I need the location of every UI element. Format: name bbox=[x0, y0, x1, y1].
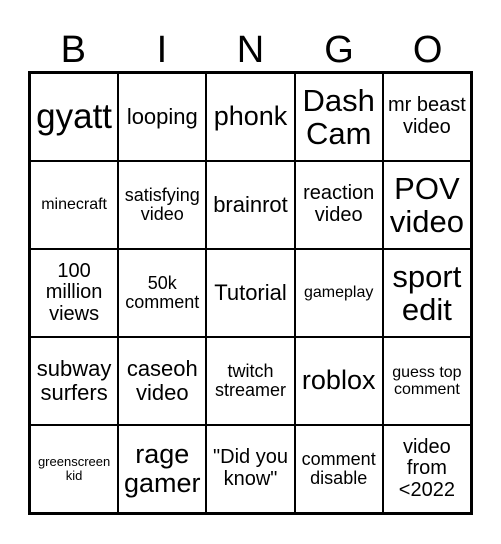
bingo-cell[interactable]: POV video bbox=[382, 161, 471, 249]
header-letter-o: O bbox=[412, 29, 443, 71]
bingo-cell[interactable]: phonk bbox=[206, 73, 295, 161]
bingo-cell[interactable]: brainrot bbox=[206, 161, 295, 249]
bingo-header: B I N G O bbox=[29, 28, 472, 72]
bingo-cell[interactable]: 50k comment bbox=[118, 249, 207, 337]
bingo-cell[interactable]: roblox bbox=[294, 337, 383, 425]
bingo-cell[interactable]: mr beast video bbox=[382, 73, 471, 161]
bingo-cell[interactable]: gyatt bbox=[30, 73, 119, 161]
bingo-cell[interactable]: caseoh video bbox=[118, 337, 207, 425]
bingo-cell[interactable]: guess top comment bbox=[382, 337, 471, 425]
bingo-cell[interactable]: gameplay bbox=[294, 249, 383, 337]
bingo-cell[interactable]: greenscreen kid bbox=[30, 425, 119, 513]
bingo-cell[interactable]: satisfying video bbox=[118, 161, 207, 249]
bingo-cell[interactable]: looping bbox=[118, 73, 207, 161]
header-letter-i: I bbox=[156, 29, 168, 71]
bingo-cell[interactable]: twitch streamer bbox=[206, 337, 295, 425]
header-letter-n: N bbox=[236, 29, 265, 71]
bingo-cell[interactable]: reaction video bbox=[294, 161, 383, 249]
bingo-cell[interactable]: Tutorial bbox=[206, 249, 295, 337]
bingo-cell[interactable]: subway surfers bbox=[30, 337, 119, 425]
bingo-grid: gyatt looping phonk Dash Cam mr beast vi… bbox=[28, 71, 473, 515]
bingo-cell[interactable]: rage gamer bbox=[118, 425, 207, 513]
bingo-cell[interactable]: minecraft bbox=[30, 161, 119, 249]
header-letter-g: G bbox=[324, 29, 354, 71]
bingo-cell[interactable]: video from <2022 bbox=[382, 425, 471, 513]
bingo-cell[interactable]: 100 million views bbox=[30, 249, 119, 337]
bingo-cell[interactable]: "Did you know" bbox=[206, 425, 295, 513]
header-letter-b: B bbox=[60, 29, 86, 71]
bingo-cell[interactable]: comment disable bbox=[294, 425, 383, 513]
bingo-cell[interactable]: sport edit bbox=[382, 249, 471, 337]
bingo-cell[interactable]: Dash Cam bbox=[294, 73, 383, 161]
